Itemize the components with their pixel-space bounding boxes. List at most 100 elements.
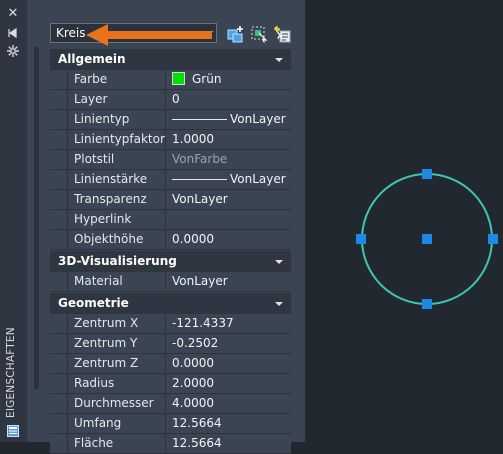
property-row[interactable]: Plotstil VonFarbe <box>50 150 291 170</box>
category-header[interactable]: 3D-Visualisierung <box>50 251 291 272</box>
properties-palette: ✕ EIGENSCHAFTEN Kreis Allgemein Farbe Gr… <box>0 0 305 454</box>
row-gutter <box>50 150 68 169</box>
property-grid: Allgemein Farbe Grün Layer 0 Linientyp VonLaye… <box>50 48 291 454</box>
palette-menu-icon[interactable] <box>7 425 19 437</box>
property-name: Hyperlink <box>68 210 166 229</box>
property-row[interactable]: Zentrum Z 0.0000 <box>50 354 291 374</box>
autohide-icon[interactable] <box>6 26 20 40</box>
property-value[interactable]: 0.0000 <box>167 230 291 249</box>
property-value[interactable]: 12.5664 <box>167 434 291 453</box>
grip-right <box>488 234 498 244</box>
row-gutter <box>50 70 68 89</box>
property-value[interactable]: 12.5664 <box>167 414 291 433</box>
property-value-text: -0.2502 <box>172 336 219 350</box>
row-gutter <box>50 210 68 229</box>
property-value-text: VonLayer <box>230 172 286 186</box>
property-value[interactable]: 0.0000 <box>167 354 291 373</box>
property-value[interactable]: Grün <box>167 70 291 89</box>
property-value-text: 4.0000 <box>172 396 214 410</box>
chevron-down-icon[interactable] <box>275 58 283 62</box>
property-value[interactable]: -0.2502 <box>167 334 291 353</box>
property-value[interactable]: VonLayer <box>167 170 291 189</box>
line-sample-icon <box>172 179 227 180</box>
property-value[interactable]: 2.0000 <box>167 374 291 393</box>
property-value-text: VonFarbe <box>172 152 228 166</box>
category-header[interactable]: Geometrie <box>50 293 291 314</box>
object-type-value: Kreis <box>56 26 86 40</box>
property-row[interactable]: Objekthöhe 0.0000 <box>50 230 291 250</box>
row-gutter <box>50 314 68 333</box>
property-name: Farbe <box>68 70 166 89</box>
properties-settings-icon[interactable] <box>6 44 20 58</box>
palette-scrollbar[interactable] <box>34 47 39 389</box>
property-value[interactable]: VonLayer <box>167 110 291 129</box>
grip-bottom <box>422 299 432 309</box>
property-name: Umfang <box>68 414 166 433</box>
row-gutter <box>50 190 68 209</box>
selected-circle[interactable] <box>350 167 503 313</box>
chevron-down-icon[interactable] <box>275 260 283 264</box>
property-row[interactable]: Zentrum Y -0.2502 <box>50 334 291 354</box>
property-row[interactable]: Layer 0 <box>50 90 291 110</box>
grip-center <box>422 234 432 244</box>
property-row[interactable]: Transparenz VonLayer <box>50 190 291 210</box>
row-gutter <box>50 394 68 413</box>
property-row[interactable]: Umfang 12.5664 <box>50 414 291 434</box>
property-name: Linientyp <box>68 110 166 129</box>
property-value-text: 2.0000 <box>172 376 214 390</box>
callout-arrow-icon <box>86 24 212 46</box>
property-name: Zentrum X <box>68 314 166 333</box>
property-value[interactable]: 1.0000 <box>167 130 291 149</box>
property-name: Plotstil <box>68 150 166 169</box>
property-row[interactable]: Durchmesser 4.0000 <box>50 394 291 414</box>
property-name: Objekthöhe <box>68 230 166 249</box>
toggle-pickadd-icon[interactable] <box>227 25 245 43</box>
row-gutter <box>50 272 68 291</box>
property-value-text: -121.4337 <box>172 316 234 330</box>
property-name: Layer <box>68 90 166 109</box>
palette-titlebar[interactable]: ✕ EIGENSCHAFTEN <box>0 0 27 442</box>
property-value-text: 12.5664 <box>172 436 222 450</box>
property-row[interactable]: Linientypfaktor 1.0000 <box>50 130 291 150</box>
property-value-text: VonLayer <box>172 192 228 206</box>
property-value[interactable]: -121.4337 <box>167 314 291 333</box>
row-gutter <box>50 434 68 453</box>
property-row[interactable]: Material VonLayer <box>50 272 291 292</box>
row-gutter <box>50 170 68 189</box>
property-row[interactable]: Hyperlink <box>50 210 291 230</box>
property-row[interactable]: Radius 2.0000 <box>50 374 291 394</box>
property-value[interactable]: 0 <box>167 90 291 109</box>
property-value[interactable]: VonLayer <box>167 190 291 209</box>
property-value-text: 12.5664 <box>172 416 222 430</box>
property-row[interactable]: Linienstärke VonLayer <box>50 170 291 190</box>
line-sample-icon <box>172 119 227 120</box>
property-row[interactable]: Fläche 12.5664 <box>50 434 291 454</box>
grip-left <box>356 234 366 244</box>
property-row[interactable]: Farbe Grün <box>50 70 291 90</box>
property-name: Material <box>68 272 166 291</box>
row-gutter <box>50 334 68 353</box>
close-icon[interactable]: ✕ <box>6 7 20 21</box>
property-value[interactable]: VonFarbe <box>167 150 291 169</box>
row-gutter <box>50 374 68 393</box>
property-value[interactable] <box>167 210 291 229</box>
quick-select-icon[interactable] <box>273 25 291 43</box>
grip-top <box>422 169 432 179</box>
category-header[interactable]: Allgemein <box>50 49 291 70</box>
property-value[interactable]: 4.0000 <box>167 394 291 413</box>
category-label: 3D-Visualisierung <box>58 254 177 268</box>
property-value[interactable]: VonLayer <box>167 272 291 291</box>
property-name: Transparenz <box>68 190 166 209</box>
category-label: Geometrie <box>58 296 129 310</box>
property-name: Durchmesser <box>68 394 166 413</box>
row-gutter <box>50 354 68 373</box>
select-objects-icon[interactable] <box>250 25 268 43</box>
chevron-down-icon[interactable] <box>275 302 283 306</box>
property-name: Radius <box>68 374 166 393</box>
property-value-text: 0.0000 <box>172 232 214 246</box>
property-row[interactable]: Linientyp VonLayer <box>50 110 291 130</box>
palette-title: EIGENSCHAFTEN <box>5 327 17 418</box>
property-name: Zentrum Z <box>68 354 166 373</box>
row-gutter <box>50 414 68 433</box>
property-row[interactable]: Zentrum X -121.4337 <box>50 314 291 334</box>
